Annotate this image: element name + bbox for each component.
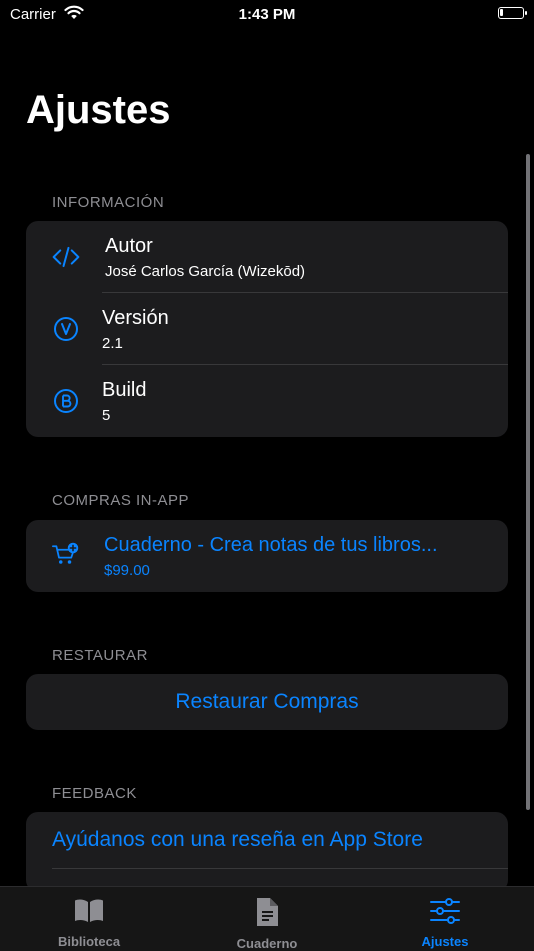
- scroll-indicator[interactable]: [526, 154, 530, 810]
- tab-bar: Biblioteca Cuaderno Ajustes: [0, 886, 534, 951]
- info-row-author[interactable]: Autor José Carlos García (Wizekōd): [26, 221, 508, 293]
- restore-purchases-button[interactable]: Restaurar Compras: [26, 674, 508, 730]
- tab-label: Ajustes: [421, 934, 469, 949]
- purchase-item-title: Cuaderno - Crea notas de tus libros...: [104, 534, 438, 556]
- tab-ajustes[interactable]: Ajustes: [356, 887, 534, 951]
- page-title: Ajustes: [26, 88, 171, 132]
- b-circle-icon: [52, 387, 80, 415]
- sliders-icon: [429, 897, 461, 930]
- review-link[interactable]: Ayúdanos con una reseña en App Store: [52, 828, 423, 852]
- section-header-feedback: FEEDBACK: [52, 785, 137, 802]
- build-value: 5: [102, 407, 111, 424]
- v-circle-icon: [52, 315, 80, 343]
- version-title: Versión: [102, 307, 169, 329]
- tab-label: Cuaderno: [236, 936, 298, 951]
- document-icon: [254, 897, 280, 932]
- battery-icon: [498, 7, 527, 19]
- build-title: Build: [102, 379, 147, 401]
- tab-cuaderno[interactable]: Cuaderno: [178, 887, 356, 951]
- section-header-info: INFORMACIÓN: [52, 194, 165, 211]
- purchase-item-cuaderno[interactable]: Cuaderno - Crea notas de tus libros... $…: [26, 520, 508, 592]
- author-value: José Carlos García (Wizekōd): [105, 263, 306, 280]
- section-header-purchases: COMPRAS IN-APP: [52, 492, 190, 509]
- code-icon: [52, 243, 80, 271]
- tab-label: Biblioteca: [57, 934, 121, 949]
- section-header-restore: RESTAURAR: [52, 647, 148, 664]
- purchase-item-price: $99.00: [104, 562, 150, 579]
- info-row-version[interactable]: Versión 2.1: [26, 293, 508, 365]
- restore-card: Restaurar Compras: [26, 674, 508, 730]
- info-row-build[interactable]: Build 5: [26, 365, 508, 437]
- feedback-card: Ayúdanos con una reseña en App Store: [26, 812, 508, 892]
- clock: 1:43 PM: [238, 6, 296, 23]
- divider: [52, 868, 508, 869]
- author-title: Autor: [105, 235, 153, 257]
- review-link-row[interactable]: Ayúdanos con una reseña en App Store: [26, 812, 508, 868]
- info-card: Autor José Carlos García (Wizekōd) Versi…: [26, 221, 508, 437]
- purchases-card: Cuaderno - Crea notas de tus libros... $…: [26, 520, 508, 592]
- tab-biblioteca[interactable]: Biblioteca: [0, 887, 178, 951]
- book-icon: [73, 897, 105, 930]
- status-bar: Carrier 1:43 PM: [0, 0, 534, 28]
- cart-plus-icon: [52, 541, 80, 569]
- version-value: 2.1: [102, 335, 123, 352]
